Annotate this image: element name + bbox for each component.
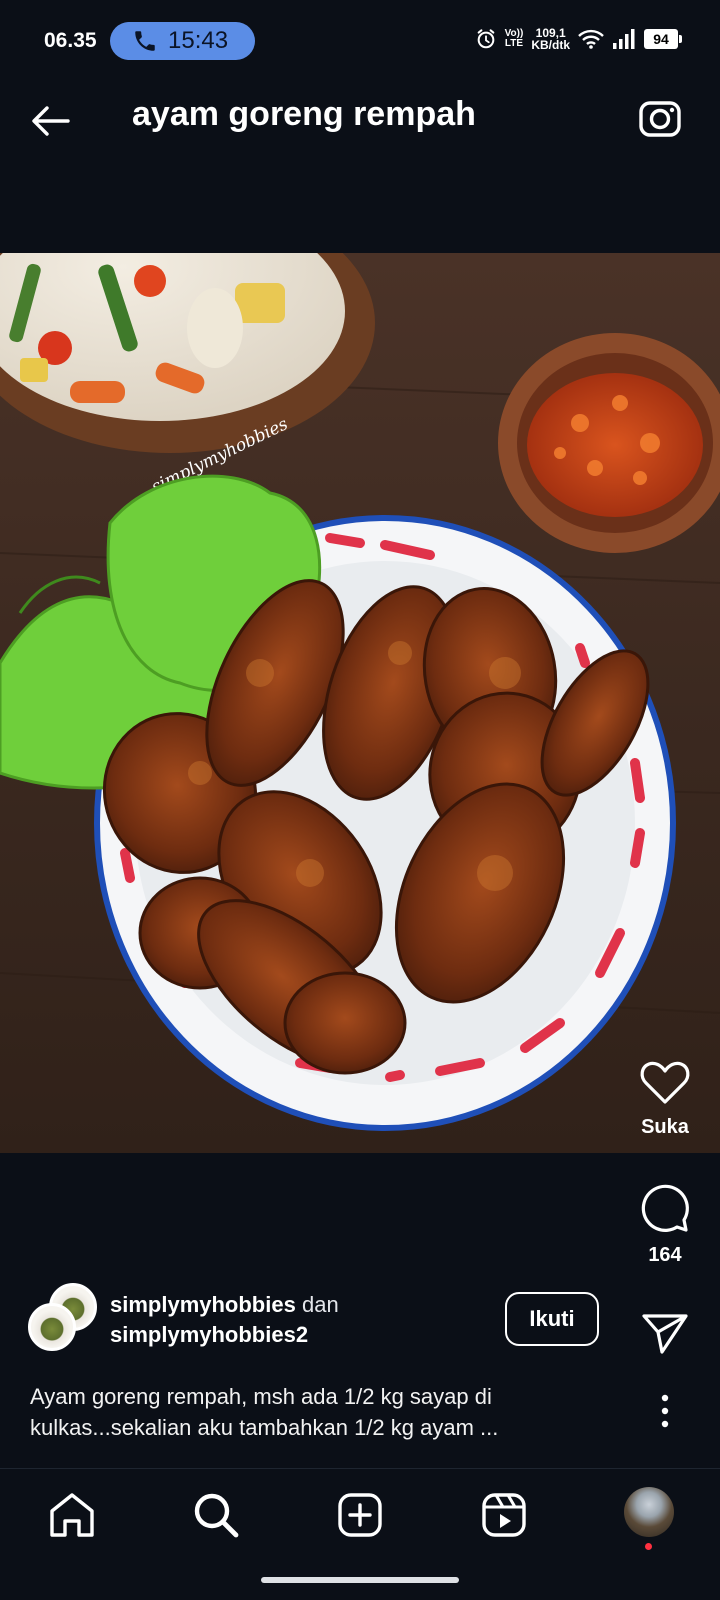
network-speed: 109,1 KB/dtk <box>531 26 570 52</box>
signal-icon <box>613 29 635 49</box>
more-vertical-icon[interactable] <box>660 1394 670 1428</box>
home-indicator[interactable] <box>261 1577 459 1583</box>
home-icon[interactable] <box>46 1489 98 1541</box>
send-icon[interactable] <box>640 1310 690 1356</box>
battery-indicator: 94 <box>644 29 682 49</box>
page-title: ayam goreng rempah <box>132 95 476 133</box>
caption-line: Ayam goreng rempah, msh ada 1/2 kg sayap… <box>30 1384 492 1409</box>
share-action[interactable] <box>610 1310 720 1356</box>
like-label: Suka <box>641 1116 689 1138</box>
call-duration: 15:43 <box>168 27 229 54</box>
back-arrow-icon[interactable] <box>28 98 74 144</box>
author-connector: dan <box>301 1292 339 1317</box>
wifi-icon <box>578 29 604 49</box>
comment-icon[interactable] <box>639 1182 691 1234</box>
comment-count: 164 <box>648 1244 682 1266</box>
network-type: Vo)) LTE <box>504 28 524 49</box>
phone-icon <box>135 31 155 51</box>
post-image[interactable]: simplymyhobbies <box>0 253 720 1153</box>
status-bar: 06.35 15:43 Vo)) LTE 109,1 KB/dtk 94 <box>0 0 720 82</box>
heart-icon[interactable] <box>639 1060 691 1106</box>
follow-button[interactable]: Ikuti <box>505 1292 599 1346</box>
create-post-icon[interactable] <box>334 1489 386 1541</box>
alarm-icon <box>477 29 494 49</box>
comment-action[interactable]: 164 <box>610 1182 720 1267</box>
food-photo-illustration: simplymyhobbies <box>0 253 720 1131</box>
profile-avatar[interactable] <box>624 1487 674 1537</box>
author-username-1[interactable]: simplymyhobbies <box>110 1292 296 1317</box>
camera-icon[interactable] <box>636 94 684 142</box>
avatar[interactable] <box>28 1303 76 1351</box>
author-names[interactable]: simplymyhobbies dan simplymyhobbies2 <box>110 1290 339 1350</box>
reels-icon[interactable] <box>478 1489 530 1541</box>
status-time: 06.35 <box>44 29 97 52</box>
post-caption[interactable]: Ayam goreng rempah, msh ada 1/2 kg sayap… <box>30 1381 610 1443</box>
caption-line: kulkas...sekalian aku tambahkan 1/2 kg a… <box>30 1415 499 1440</box>
status-icons: Vo)) LTE 109,1 KB/dtk 94 <box>475 26 682 52</box>
author-avatars[interactable] <box>28 1283 100 1353</box>
search-icon[interactable] <box>190 1489 242 1541</box>
more-options-action[interactable] <box>610 1394 720 1428</box>
author-username-2[interactable]: simplymyhobbies2 <box>110 1322 308 1347</box>
like-action[interactable]: Suka <box>610 1060 720 1139</box>
notification-dot <box>645 1543 652 1550</box>
ongoing-call-pill[interactable]: 15:43 <box>110 22 255 60</box>
top-header: ayam goreng rempah <box>0 82 720 164</box>
